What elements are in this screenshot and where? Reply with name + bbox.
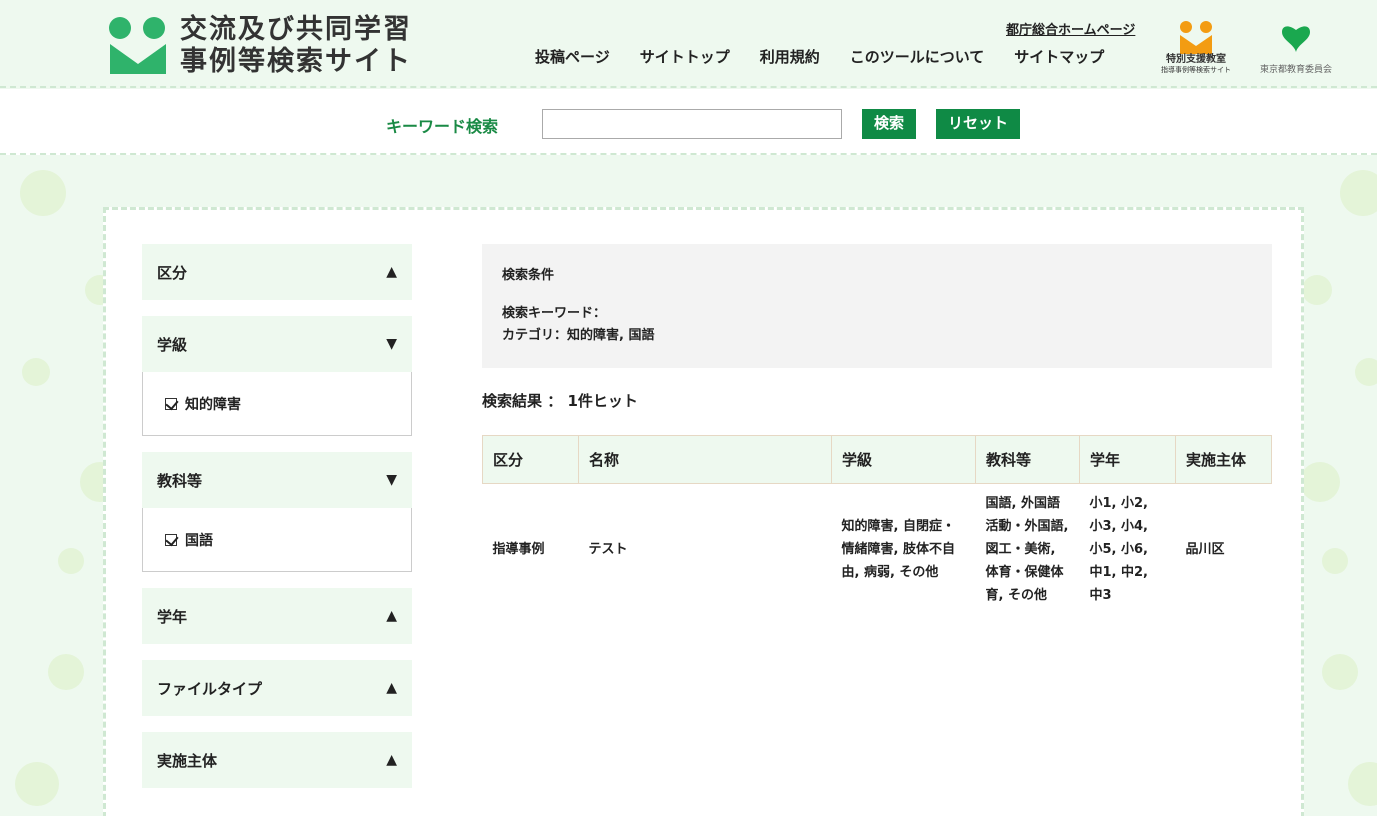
facet-option-label: 知的障害	[185, 396, 241, 413]
caret-down-icon: ▼	[386, 336, 397, 352]
keyword-search-bar: キーワード検索 検索 リセット	[0, 89, 1377, 155]
nav-terms[interactable]: 利用規約	[739, 38, 830, 78]
decorative-dot	[1340, 170, 1377, 216]
special-support-logo[interactable]: 特別支援教室 指導事例等検索サイト	[1155, 20, 1237, 75]
decorative-dot	[1348, 762, 1377, 806]
cell-category: 指導事例	[492, 542, 545, 557]
facet-header-grade[interactable]: 学年 ▲	[142, 588, 412, 644]
facet-filetype: ファイルタイプ ▲	[142, 660, 412, 716]
facet-label: 学年	[157, 607, 188, 626]
table-header-row: 区分 名称 学級 教科等 学年 実施主体	[482, 435, 1272, 484]
site-title-line1: 交流及び共同学習	[180, 14, 412, 45]
facet-option-japanese[interactable]: 国語	[142, 508, 412, 572]
decorative-dot	[1355, 358, 1377, 386]
nav-sitemap[interactable]: サイトマップ	[994, 38, 1114, 78]
checked-checkbox-icon[interactable]	[165, 533, 177, 546]
search-button[interactable]: 検索	[862, 109, 917, 139]
facet-header-filetype[interactable]: ファイルタイプ ▲	[142, 660, 412, 716]
column-header-name[interactable]: 名称	[578, 435, 832, 484]
decorative-dot	[20, 170, 66, 216]
site-logo-icon[interactable]	[108, 16, 168, 76]
special-support-logo-subtext: 指導事例等検索サイト	[1161, 66, 1231, 74]
table-row[interactable]: 指導事例 テスト 知的障害, 自閉症・情緒障害, 肢体不自由, 病弱, その他 …	[483, 484, 1272, 616]
facet-grade: 学年 ▲	[142, 588, 412, 644]
result-count: 検索結果 ： 1件ヒット	[482, 392, 638, 410]
facet-header-organizer[interactable]: 実施主体 ▲	[142, 732, 412, 788]
decorative-dot	[1300, 462, 1340, 502]
filter-sidebar: 区分 ▲ 学級 ▼ 知的障害 教科等 ▼ 国語 学年 ▲ ファイルタイプ ▲ 実…	[142, 244, 412, 804]
cell-subject: 国語, 外国語活動・外国語, 図工・美術, 体育・保健体育, その他	[985, 496, 1069, 603]
facet-option-label: 国語	[185, 532, 213, 549]
site-title[interactable]: 交流及び共同学習 事例等検索サイト	[180, 14, 412, 78]
column-header-grade[interactable]: 学年	[1079, 435, 1176, 484]
keyword-search-label: キーワード検索	[386, 117, 499, 136]
special-support-logo-text: 特別支援教室	[1166, 54, 1226, 65]
keyword-search-input[interactable]	[542, 109, 842, 139]
reset-button[interactable]: リセット	[936, 109, 1021, 139]
caret-up-icon: ▲	[386, 608, 397, 624]
decorative-dot	[58, 548, 84, 574]
caret-up-icon: ▲	[386, 752, 397, 768]
decorative-dot	[1302, 275, 1332, 305]
caret-down-icon: ▼	[386, 472, 397, 488]
tokyo-ginkgo-icon	[1282, 26, 1310, 52]
results-table: 区分 名称 学級 教科等 学年 実施主体 指導事例 テスト 知的障害, 自閉症・…	[482, 435, 1272, 615]
caret-up-icon: ▲	[386, 264, 397, 280]
search-keyword-condition: 検索キーワード：	[502, 306, 607, 321]
site-header: 交流及び共同学習 事例等検索サイト 都庁総合ホームページ 投稿ページ サイトトッ…	[0, 0, 1377, 88]
facet-header-class[interactable]: 学級 ▼	[142, 316, 412, 372]
cell-grade: 小1, 小2, 小3, 小4, 小5, 小6, 中1, 中2, 中3	[1089, 496, 1149, 603]
nav-site-top[interactable]: サイトトップ	[619, 38, 740, 78]
facet-label: 実施主体	[157, 751, 218, 770]
facet-class: 学級 ▼ 知的障害	[142, 316, 412, 436]
facet-header-subject[interactable]: 教科等 ▼	[142, 452, 412, 508]
decorative-dot	[48, 654, 84, 690]
facet-organizer: 実施主体 ▲	[142, 732, 412, 788]
caret-up-icon: ▲	[386, 680, 397, 696]
column-header-subject[interactable]: 教科等	[975, 435, 1080, 484]
search-conditions-box: 検索条件 検索キーワード： カテゴリ：知的障害, 国語	[482, 244, 1272, 368]
nav-about-tool[interactable]: このツールについて	[829, 38, 995, 78]
decorative-dot	[1322, 654, 1358, 690]
facet-label: 教科等	[157, 471, 203, 490]
column-header-category[interactable]: 区分	[482, 435, 579, 484]
decorative-dot	[22, 358, 50, 386]
facet-label: 学級	[157, 335, 188, 354]
tokyo-board-logo[interactable]: 東京都教育委員会	[1256, 22, 1336, 75]
facet-header-category[interactable]: 区分 ▲	[142, 244, 412, 300]
column-header-class[interactable]: 学級	[831, 435, 976, 484]
checked-checkbox-icon[interactable]	[165, 397, 177, 410]
main-panel: 区分 ▲ 学級 ▼ 知的障害 教科等 ▼ 国語 学年 ▲ ファイルタイプ ▲ 実…	[103, 207, 1304, 816]
search-conditions-title: 検索条件	[502, 268, 555, 283]
facet-category: 区分 ▲	[142, 244, 412, 300]
decorative-dot	[15, 762, 59, 806]
tokyo-board-logo-text: 東京都教育委員会	[1259, 65, 1332, 75]
cell-class: 知的障害, 自閉症・情緒障害, 肢体不自由, 病弱, その他	[841, 519, 955, 580]
tokyo-home-link[interactable]: 都庁総合ホームページ	[1006, 19, 1135, 38]
site-title-line2: 事例等検索サイト	[180, 46, 412, 77]
facet-label: 区分	[157, 263, 188, 282]
search-category-condition: カテゴリ：知的障害, 国語	[502, 328, 655, 343]
facet-subject: 教科等 ▼ 国語	[142, 452, 412, 572]
nav-post-page[interactable]: 投稿ページ	[515, 38, 620, 78]
main-nav: 投稿ページ サイトトップ 利用規約 このツールについて サイトマップ	[515, 38, 1114, 78]
facet-label: ファイルタイプ	[157, 679, 263, 698]
decorative-dot	[1322, 548, 1348, 574]
special-support-logo-icon	[1180, 21, 1212, 54]
column-header-organizer[interactable]: 実施主体	[1175, 435, 1272, 484]
cell-organizer: 品川区	[1185, 542, 1225, 557]
facet-option-intellectual[interactable]: 知的障害	[142, 372, 412, 436]
results-content: 検索条件 検索キーワード： カテゴリ：知的障害, 国語 検索結果 ： 1件ヒット…	[482, 244, 1272, 615]
cell-name[interactable]: テスト	[579, 484, 832, 616]
